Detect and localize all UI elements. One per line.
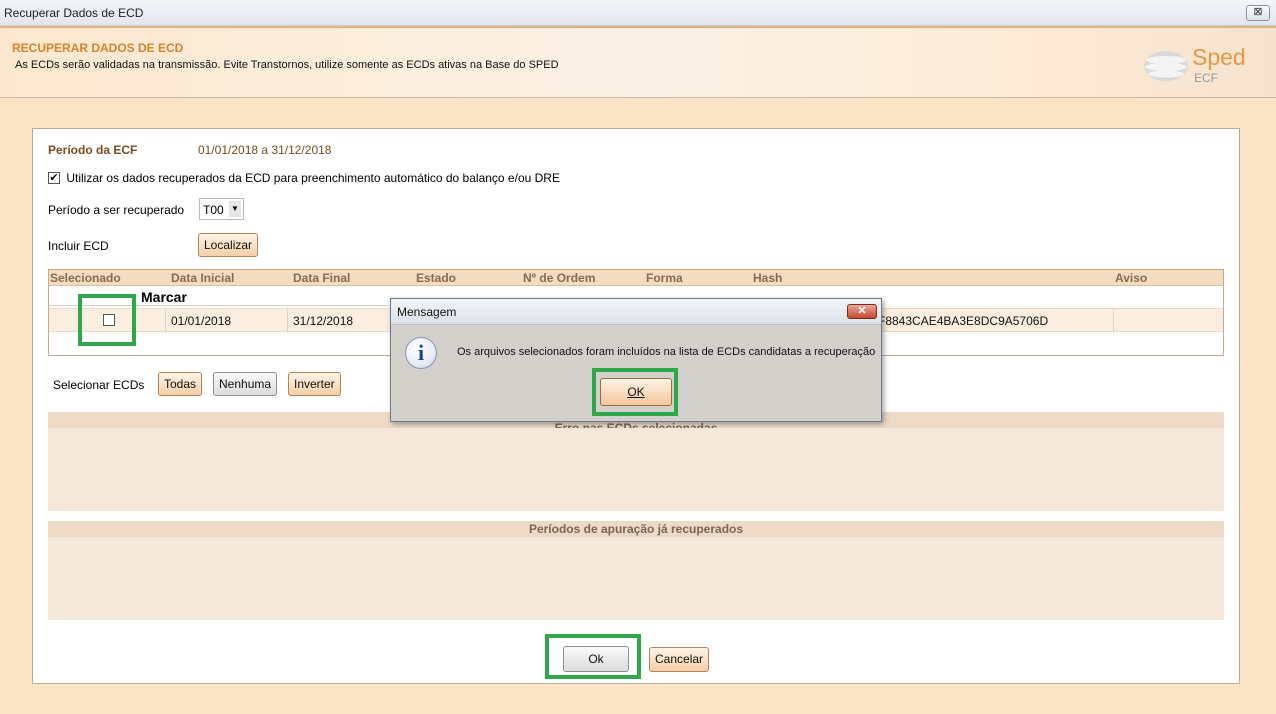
sped-logo-word: Sped <box>1192 44 1246 70</box>
sped-logo-sub: ECF <box>1194 71 1218 85</box>
col-selecionado: Selecionado <box>50 271 121 285</box>
dialog-titlebar: Mensagem ✕ <box>391 299 881 325</box>
marcar-tooltip-text: Marcar <box>141 289 187 305</box>
use-data-checkbox[interactable]: ✔ <box>48 171 60 184</box>
cancelar-button[interactable]: Cancelar <box>649 647 710 672</box>
col-data-inicial: Data Inicial <box>171 271 235 285</box>
periodo-recuperado-value: T00 <box>203 203 224 217</box>
header-banner: RECUPERAR DADOS DE ECD As ECDs serão val… <box>0 26 1276 98</box>
highlight-checkbox <box>78 294 136 346</box>
window-title: Recuperar Dados de ECD <box>4 6 144 20</box>
col-estado: Estado <box>416 271 457 285</box>
chevron-down-icon: ▼ <box>229 201 241 217</box>
page-subtitle: As ECDs serão validadas na transmissão. … <box>15 59 559 71</box>
use-data-option: ✔ Utilizar os dados recuperados da ECD p… <box>48 170 560 185</box>
dialog-message: Os arquivos selecionados foram incluídos… <box>457 346 876 358</box>
selecionar-ecds-label: Selecionar ECDs <box>53 378 145 392</box>
todas-button[interactable]: Todas <box>158 372 203 396</box>
window-titlebar: Recuperar Dados de ECD ⊠ <box>0 0 1276 26</box>
localizar-button[interactable]: Localizar <box>198 233 259 257</box>
nenhuma-button[interactable]: Nenhuma <box>213 372 278 396</box>
dialog-title: Mensagem <box>397 305 457 319</box>
col-data-final: Data Final <box>293 271 351 285</box>
col-hash: Hash <box>753 271 783 285</box>
table-header: Selecionado Data Inicial Data Final Esta… <box>49 270 1223 286</box>
window-close-button[interactable]: ⊠ <box>1246 5 1270 21</box>
periodo-ecf-value: 01/01/2018 a 31/12/2018 <box>198 143 332 157</box>
row-data-final: 31/12/2018 <box>293 314 354 328</box>
sped-logo: Sped ECF <box>1140 42 1250 90</box>
incluir-ecd-label: Incluir ECD <box>48 239 109 253</box>
dialog-close-button[interactable]: ✕ <box>847 304 877 319</box>
row-data-inicial: 01/01/2018 <box>171 314 232 328</box>
use-data-label: Utilizar os dados recuperados da ECD par… <box>66 170 560 185</box>
highlight-ok-button <box>545 634 641 679</box>
periodos-header: Períodos de apuração já recuperados <box>48 521 1224 537</box>
column-divider <box>1113 309 1114 333</box>
col-aviso: Aviso <box>1115 271 1148 285</box>
row-hash: F8843CAE4BA3E8DC9A5706D <box>878 314 1049 328</box>
periodo-ecf-label: Período da ECF <box>48 143 138 157</box>
col-numero-ordem: Nº de Ordem <box>523 271 596 285</box>
erro-ecds-section: Erro nas ECDs selecionadas <box>48 412 1224 511</box>
sped-globe-icon <box>1144 51 1188 81</box>
periodo-recuperado-label: Período a ser recuperado <box>48 203 185 217</box>
highlight-dialog-ok <box>592 368 678 416</box>
page-title: RECUPERAR DADOS DE ECD <box>12 41 184 55</box>
column-divider <box>165 309 166 333</box>
info-icon: i <box>405 337 437 369</box>
periodo-recuperado-select[interactable]: T00 ▼ <box>199 198 244 220</box>
col-forma: Forma <box>646 271 683 285</box>
periodos-section: Períodos de apuração já recuperados <box>48 521 1224 620</box>
inverter-button[interactable]: Inverter <box>288 372 341 396</box>
column-divider <box>287 309 288 333</box>
